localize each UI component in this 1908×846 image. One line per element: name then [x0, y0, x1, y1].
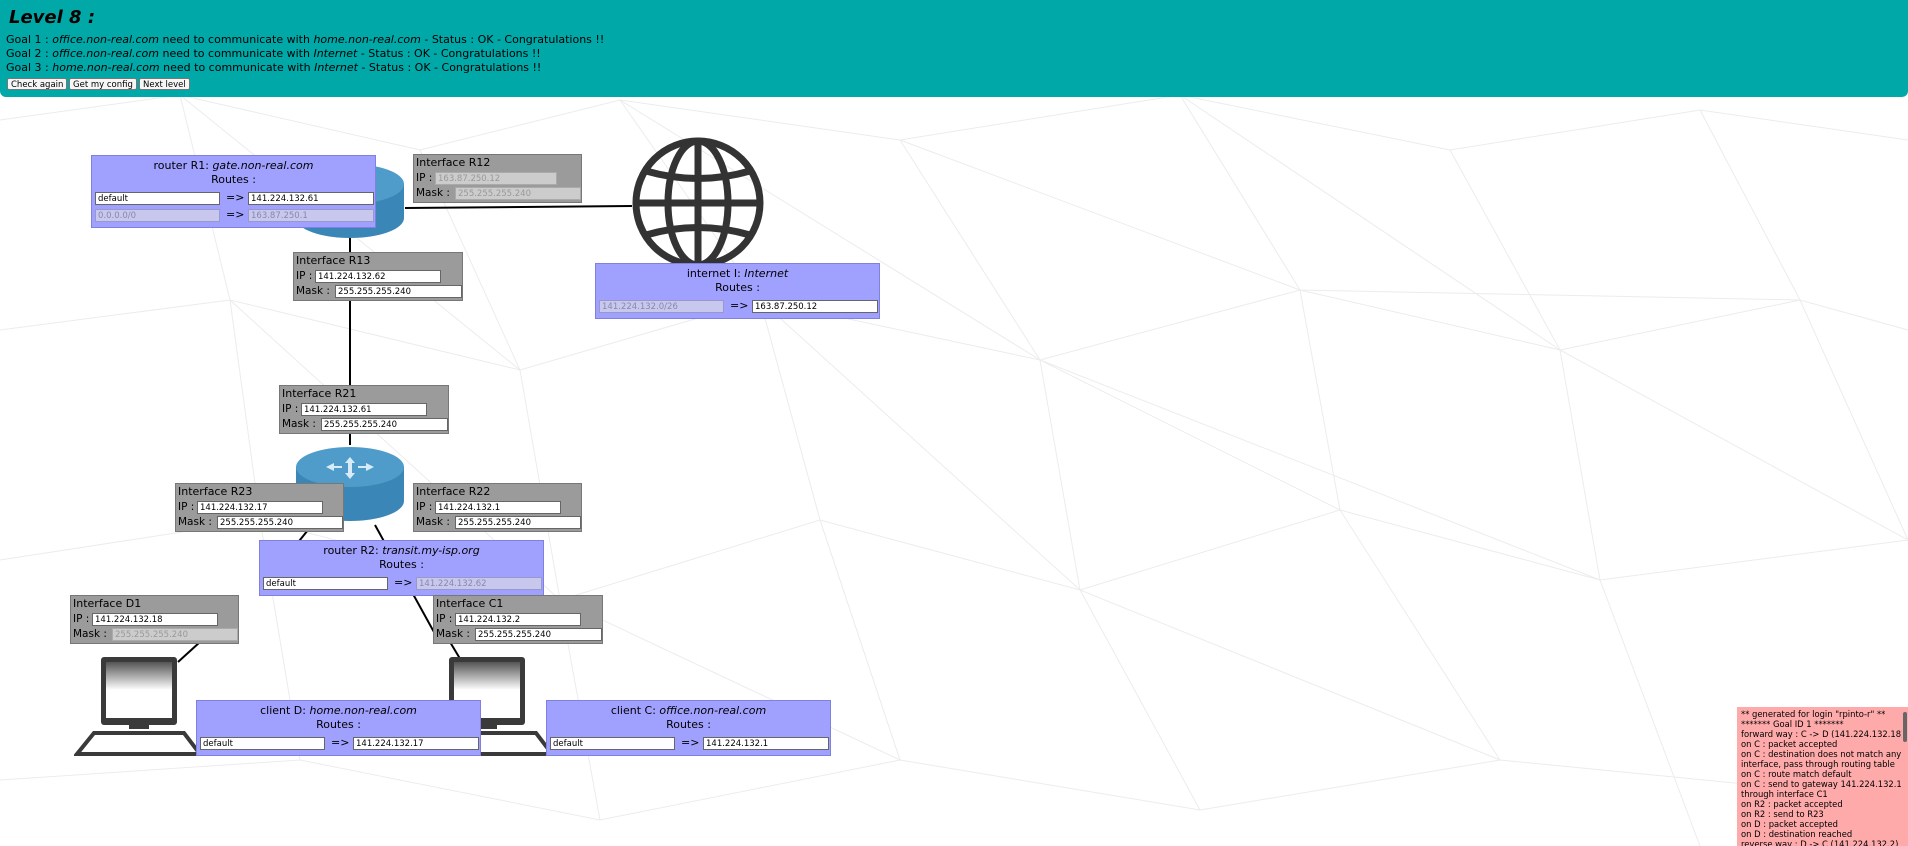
route-gateway-input — [416, 577, 542, 590]
route-gateway-input[interactable] — [353, 737, 479, 750]
interface-r12-panel: Interface R12 IP : Mask : — [413, 154, 582, 203]
interface-d1-panel: Interface D1 IP : Mask : — [70, 595, 239, 644]
route-arrow: => — [394, 576, 413, 589]
route-gateway-input[interactable] — [248, 192, 374, 205]
ip-label: IP : — [73, 613, 90, 625]
ip-input[interactable] — [455, 613, 581, 626]
route-arrow: => — [226, 208, 245, 221]
route-destination-input — [95, 209, 220, 222]
mask-input[interactable] — [321, 418, 448, 431]
routes-label: Routes : — [379, 558, 424, 571]
ip-input[interactable] — [435, 501, 561, 514]
mask-input[interactable] — [475, 628, 602, 641]
client-d-panel: client D: home.non-real.com Routes : => — [196, 700, 481, 756]
router-r2-panel: router R2: transit.my-isp.org Routes : =… — [259, 540, 544, 596]
ip-input[interactable] — [315, 270, 441, 283]
route-gateway-input[interactable] — [703, 737, 829, 750]
mask-input — [112, 628, 238, 641]
ip-label: IP : — [296, 270, 313, 282]
route-destination-input[interactable] — [95, 192, 220, 205]
route-destination-input[interactable] — [550, 737, 675, 750]
mask-label: Mask : — [282, 418, 316, 430]
router-r2-title: router R2: transit.my-isp.org — [323, 544, 480, 557]
internet-title: internet I: Internet — [686, 267, 789, 280]
interface-title: Interface D1 — [73, 597, 142, 610]
router-r1-title: router R1: gate.non-real.com — [153, 159, 314, 172]
interface-title: Interface R23 — [178, 485, 253, 498]
mask-input[interactable] — [335, 285, 462, 298]
ip-label: IP : — [416, 172, 433, 184]
interface-r23-panel: Interface R23 IP : Mask : — [175, 483, 344, 532]
interface-title: Interface R12 — [416, 156, 491, 169]
interface-title: Interface R22 — [416, 485, 491, 498]
mask-label: Mask : — [416, 516, 450, 528]
route-arrow: => — [331, 736, 350, 749]
interface-c1-panel: Interface C1 IP : Mask : — [433, 595, 603, 644]
route-destination-input[interactable] — [200, 737, 325, 750]
route-arrow: => — [226, 191, 245, 204]
route-destination-input[interactable] — [263, 577, 388, 590]
route-row: => — [95, 191, 374, 205]
mask-label: Mask : — [178, 516, 212, 528]
routes-label: Routes : — [666, 718, 711, 731]
log-scrollbar-thumb[interactable] — [1903, 712, 1907, 742]
internet-panel: internet I: Internet Routes : => — [595, 263, 880, 319]
route-row: => — [599, 299, 878, 313]
route-row: => — [550, 736, 829, 750]
mask-input — [455, 187, 581, 200]
ip-input[interactable] — [197, 501, 323, 514]
interface-r21-panel: Interface R21 IP : Mask : — [279, 385, 449, 434]
route-row: => — [263, 576, 542, 590]
router-r1-panel: router R1: gate.non-real.com Routes : =>… — [91, 155, 376, 228]
mask-label: Mask : — [73, 628, 107, 640]
mask-label: Mask : — [296, 285, 330, 297]
route-arrow: => — [730, 299, 749, 312]
ip-label: IP : — [416, 501, 433, 513]
interface-r13-panel: Interface R13 IP : Mask : — [293, 252, 463, 301]
ip-label: IP : — [282, 403, 299, 415]
client-c-title: client C: office.non-real.com — [610, 704, 767, 717]
interface-title: Interface R21 — [282, 387, 357, 400]
route-arrow: => — [681, 736, 700, 749]
ip-label: IP : — [178, 501, 195, 513]
route-row: => — [95, 208, 374, 222]
route-gateway-input — [248, 209, 374, 222]
mask-input[interactable] — [455, 516, 581, 529]
interface-title: Interface R13 — [296, 254, 371, 267]
ip-input — [435, 172, 557, 185]
route-destination-input — [599, 300, 724, 313]
client-c-panel: client C: office.non-real.com Routes : =… — [546, 700, 831, 756]
debug-log-panel[interactable]: ** generated for login "rpinto-r" ** ***… — [1737, 707, 1908, 846]
interface-title: Interface C1 — [436, 597, 504, 610]
ip-input[interactable] — [301, 403, 427, 416]
route-row: => — [200, 736, 479, 750]
mask-label: Mask : — [436, 628, 470, 640]
globe-icon — [632, 137, 764, 266]
laptop-icon — [74, 657, 204, 756]
link-r1-internet — [404, 205, 633, 209]
route-gateway-input[interactable] — [752, 300, 878, 313]
mask-input[interactable] — [217, 516, 343, 529]
routes-label: Routes : — [316, 718, 361, 731]
ip-input[interactable] — [92, 613, 218, 626]
client-d-title: client D: home.non-real.com — [260, 704, 417, 717]
routes-label: Routes : — [211, 173, 256, 186]
routes-label: Routes : — [715, 281, 760, 294]
ip-label: IP : — [436, 613, 453, 625]
mask-label: Mask : — [416, 187, 450, 199]
interface-r22-panel: Interface R22 IP : Mask : — [413, 483, 582, 532]
